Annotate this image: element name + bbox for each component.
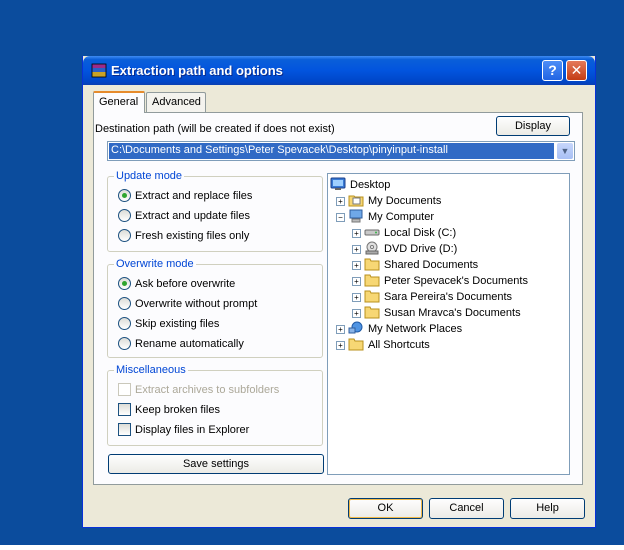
tree-item-susan-documents[interactable]: + Susan Mravca's Documents (352, 305, 521, 321)
expand-icon[interactable]: + (352, 245, 361, 254)
chevron-down-icon[interactable]: ▼ (557, 143, 573, 159)
tree-item-dvd-drive[interactable]: + DVD Drive (D:) (352, 241, 457, 257)
tree-label: Peter Spevacek's Documents (384, 275, 528, 287)
radio-skip-existing[interactable]: Skip existing files (118, 317, 219, 333)
tree-item-all-shortcuts[interactable]: + All Shortcuts (336, 337, 430, 353)
radio-label: Rename automatically (135, 338, 244, 350)
expand-icon[interactable]: + (352, 293, 361, 302)
help-button[interactable]: Help (510, 498, 585, 519)
miscellaneous-title: Miscellaneous (114, 364, 188, 376)
radio-button[interactable] (118, 277, 131, 290)
tree-item-shared-documents[interactable]: + Shared Documents (352, 257, 478, 273)
overwrite-mode-group: Overwrite mode Ask before overwrite Over… (107, 258, 323, 358)
ok-button[interactable]: OK (348, 498, 423, 519)
dvd-drive-icon (365, 241, 379, 255)
radio-button[interactable] (118, 189, 131, 202)
dialog-title: Extraction path and options (111, 63, 283, 78)
tree-item-my-documents[interactable]: + My Documents (336, 193, 441, 209)
expand-icon[interactable]: + (352, 277, 361, 286)
folder-tree[interactable]: Desktop + My Documents − My Computer + Loca… (327, 173, 570, 475)
overwrite-mode-title: Overwrite mode (114, 258, 196, 270)
radio-rename-automatically[interactable]: Rename automatically (118, 337, 244, 353)
extraction-dialog: Extraction path and options ? ✕ General … (82, 56, 596, 528)
tree-item-sara-documents[interactable]: + Sara Pereira's Documents (352, 289, 512, 305)
radio-overwrite-without-prompt[interactable]: Overwrite without prompt (118, 297, 257, 313)
tree-label: Sara Pereira's Documents (384, 291, 513, 303)
hard-disk-icon (364, 229, 380, 236)
help-title-button[interactable]: ? (542, 60, 563, 81)
expand-icon[interactable]: + (336, 325, 345, 334)
tree-item-my-network-places[interactable]: + My Network Places (336, 321, 462, 337)
tree-label: My Computer (368, 211, 435, 223)
radio-label: Skip existing files (135, 318, 220, 330)
tree-label: My Documents (368, 195, 442, 207)
radio-fresh-existing[interactable]: Fresh existing files only (118, 229, 249, 245)
folder-icon (364, 306, 380, 319)
destination-path-combobox[interactable]: C:\Documents and Settings\Peter Spevacek… (107, 141, 575, 161)
tree-label: My Network Places (368, 323, 463, 335)
radio-button[interactable] (118, 209, 131, 222)
tree-item-peter-documents[interactable]: + Peter Spevacek's Documents (352, 273, 528, 289)
winrar-books-icon (91, 63, 107, 78)
checkbox[interactable] (118, 403, 131, 416)
radio-label: Overwrite without prompt (135, 298, 258, 310)
folder-icon (364, 258, 380, 271)
checkbox[interactable] (118, 423, 131, 436)
radio-extract-update[interactable]: Extract and update files (118, 209, 250, 225)
update-mode-group: Update mode Extract and replace files Ex… (107, 170, 323, 252)
tree-label: Local Disk (C:) (384, 227, 457, 239)
title-bar[interactable]: Extraction path and options ? ✕ (83, 56, 595, 85)
checkbox-label: Extract archives to subfolders (135, 384, 280, 396)
radio-button[interactable] (118, 297, 131, 310)
tree-item-desktop[interactable]: Desktop (330, 177, 390, 193)
radio-label: Fresh existing files only (135, 230, 250, 242)
check-extract-to-subfolders: Extract archives to subfolders (118, 383, 279, 399)
radio-button[interactable] (118, 337, 131, 350)
check-display-in-explorer[interactable]: Display files in Explorer (118, 423, 249, 439)
folder-icon (364, 290, 380, 303)
checkbox-label: Keep broken files (135, 404, 220, 416)
save-settings-button[interactable]: Save settings (108, 454, 324, 474)
my-computer-icon (349, 209, 363, 223)
radio-extract-replace[interactable]: Extract and replace files (118, 189, 252, 205)
expand-icon[interactable]: + (352, 309, 361, 318)
check-keep-broken-files[interactable]: Keep broken files (118, 403, 220, 419)
radio-ask-before-overwrite[interactable]: Ask before overwrite (118, 277, 235, 293)
tree-item-my-computer[interactable]: − My Computer (336, 209, 434, 225)
tree-label: Shared Documents (384, 259, 479, 271)
expand-icon[interactable]: + (352, 261, 361, 270)
folder-icon (364, 274, 380, 287)
desktop-icon (330, 177, 346, 190)
tree-item-local-disk[interactable]: + Local Disk (C:) (352, 225, 456, 241)
cancel-button[interactable]: Cancel (429, 498, 504, 519)
tab-general[interactable]: General (93, 91, 145, 113)
tree-label: All Shortcuts (368, 339, 430, 351)
collapse-icon[interactable]: − (336, 213, 345, 222)
destination-path-value[interactable]: C:\Documents and Settings\Peter Spevacek… (109, 143, 554, 159)
my-documents-icon (348, 195, 364, 207)
checkbox (118, 383, 131, 396)
expand-icon[interactable]: + (336, 341, 345, 350)
tab-advanced[interactable]: Advanced (146, 92, 206, 112)
tree-label: DVD Drive (D:) (384, 243, 458, 255)
destination-label: Destination path (will be created if doe… (95, 123, 335, 135)
close-title-button[interactable]: ✕ (566, 60, 587, 81)
network-places-icon (348, 321, 363, 334)
radio-label: Extract and update files (135, 210, 250, 222)
tree-label: Susan Mravca's Documents (384, 307, 521, 319)
radio-button[interactable] (118, 229, 131, 242)
expand-icon[interactable]: + (352, 229, 361, 238)
radio-button[interactable] (118, 317, 131, 330)
tree-label: Desktop (350, 179, 391, 191)
display-button[interactable]: Display (496, 116, 570, 136)
expand-icon[interactable]: + (336, 197, 345, 206)
miscellaneous-group: Miscellaneous Extract archives to subfol… (107, 364, 323, 446)
checkbox-label: Display files in Explorer (135, 424, 250, 436)
radio-label: Ask before overwrite (135, 278, 236, 290)
radio-label: Extract and replace files (135, 190, 253, 202)
folder-icon (348, 338, 364, 351)
update-mode-title: Update mode (114, 170, 185, 182)
